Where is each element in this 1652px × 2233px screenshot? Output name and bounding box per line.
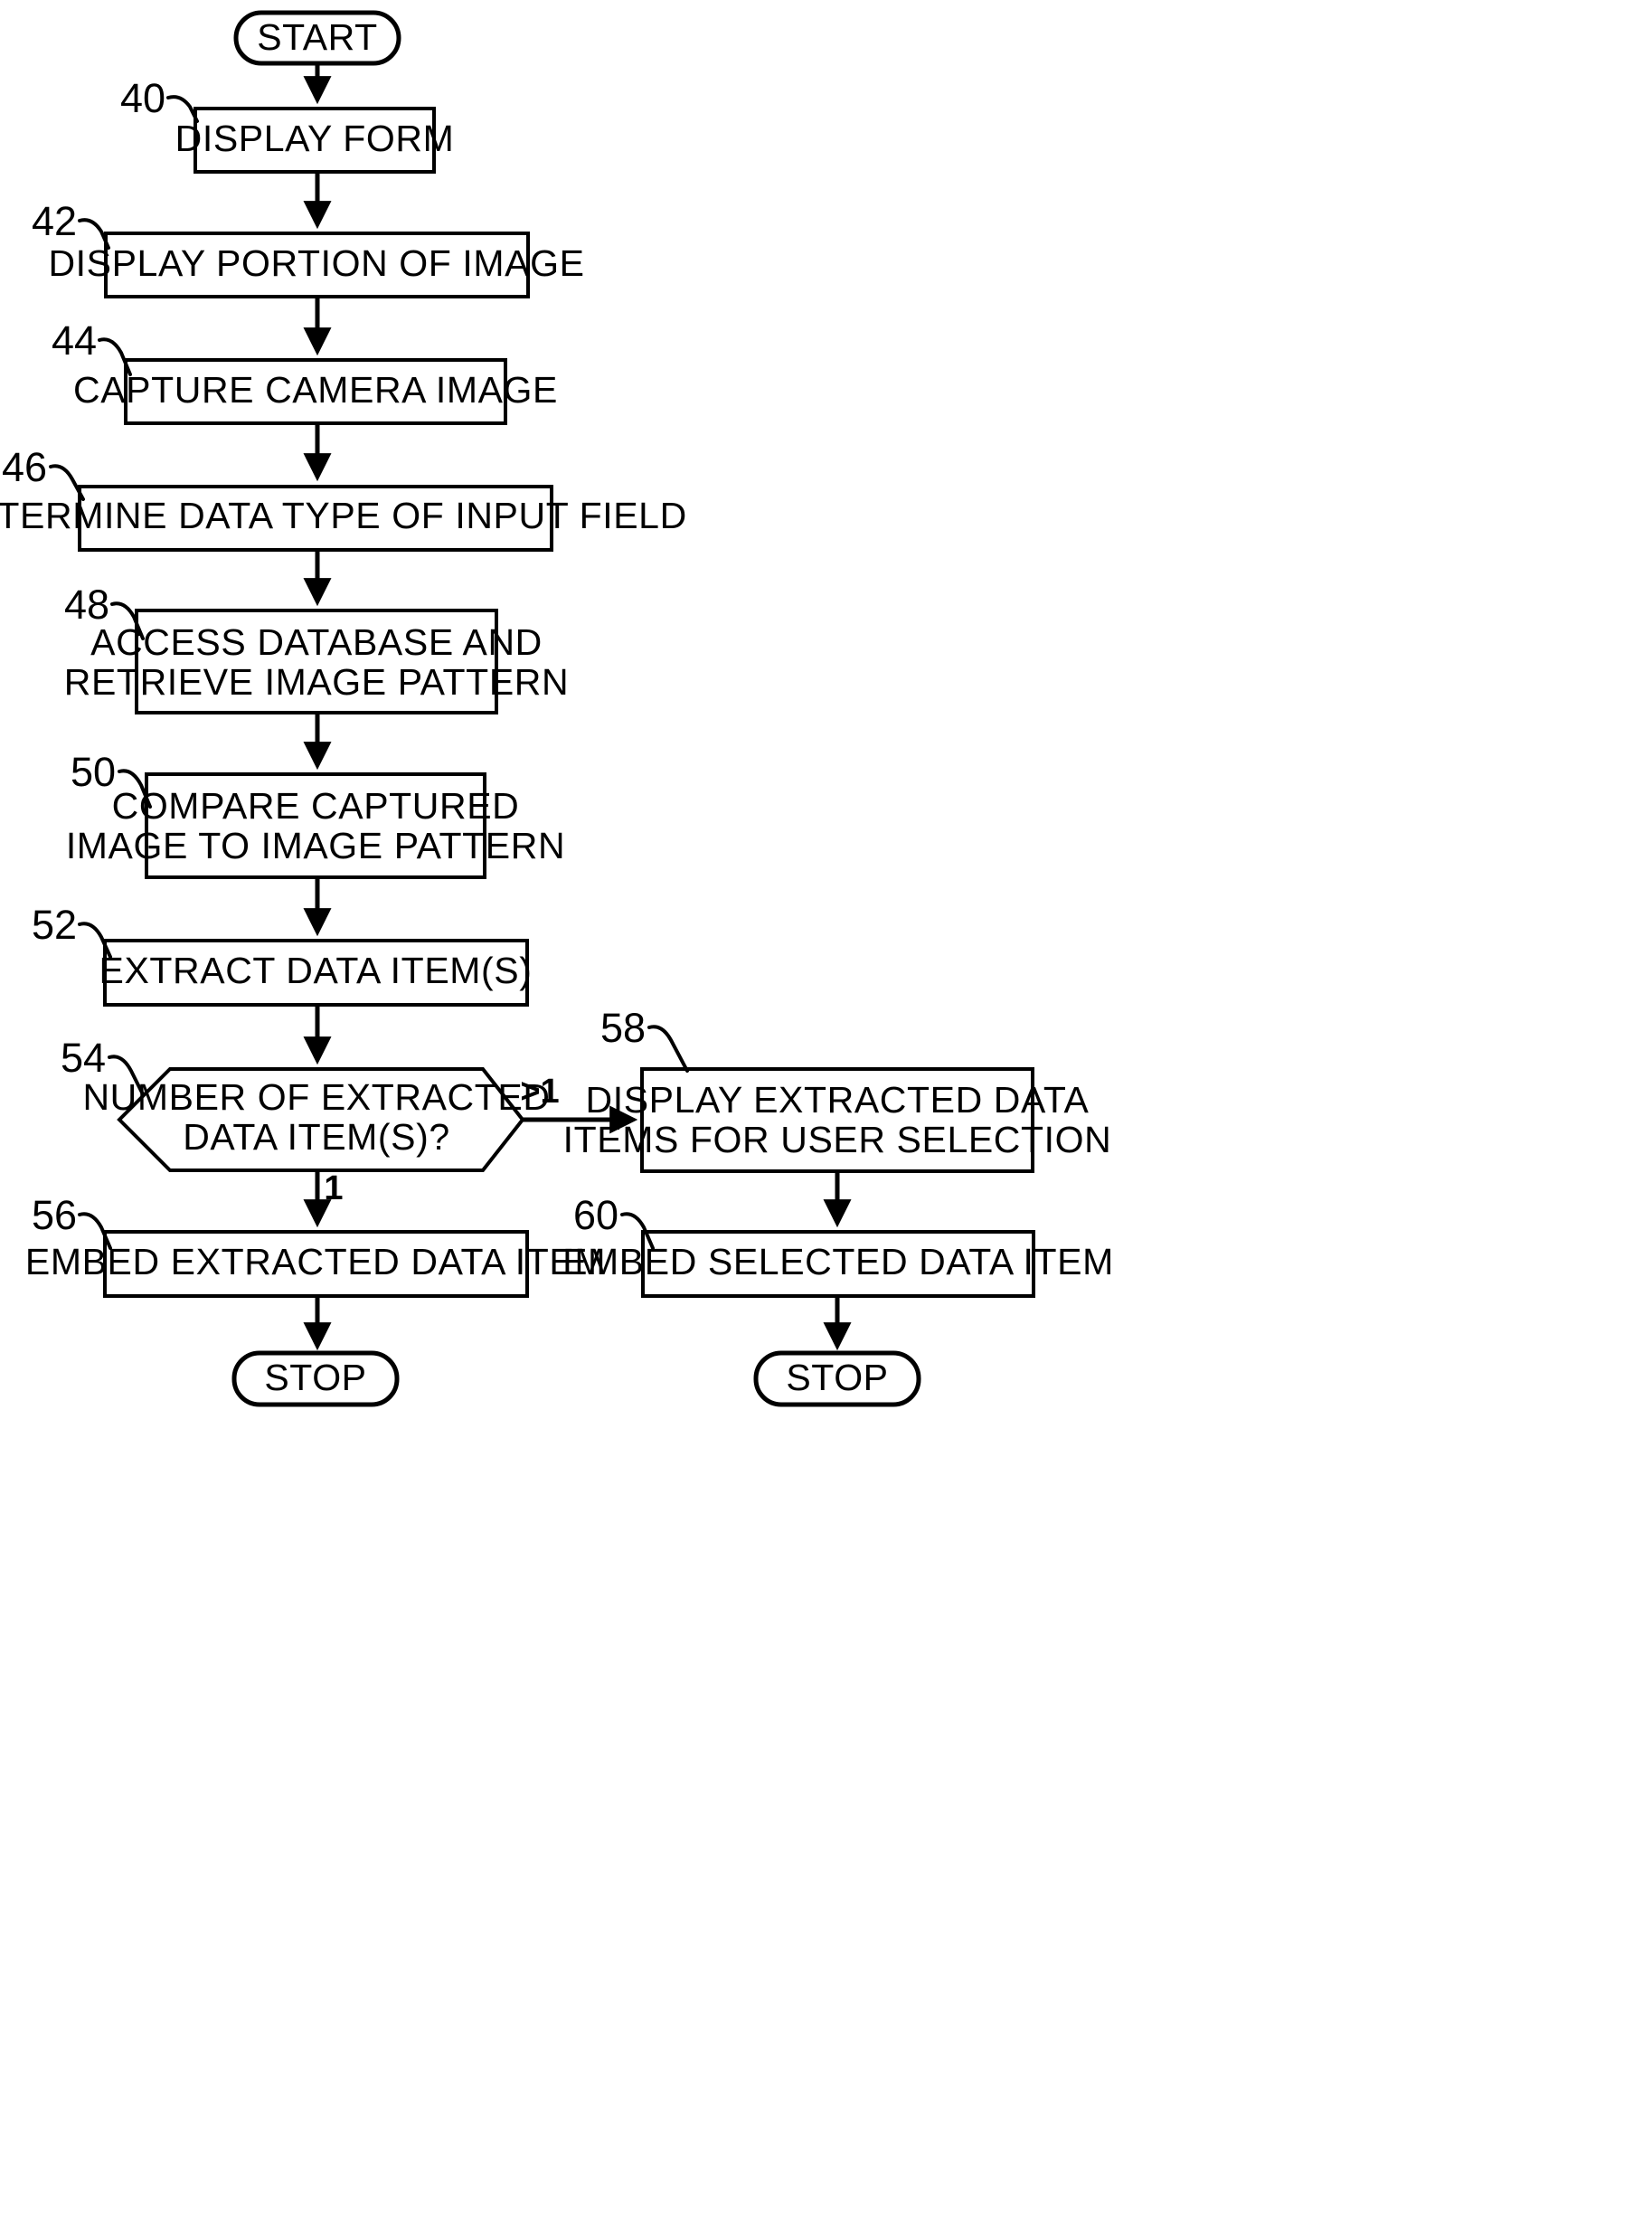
ref-60: 60 [573, 1192, 655, 1250]
stop-left-label: STOP [264, 1357, 366, 1398]
node-54-label-line1: NUMBER OF EXTRACTED [82, 1076, 550, 1118]
node-stop-right: STOP [753, 1350, 921, 1407]
node-40: DISPLAY FORM [175, 107, 455, 174]
flowchart-canvas: START DISPLAY FORM 40 DISPLAY PORTION OF… [0, 0, 1652, 2233]
node-48-label-line2: RETRIEVE IMAGE PATTERN [64, 661, 569, 703]
node-stop-left: STOP [231, 1350, 400, 1407]
ref-60-label: 60 [573, 1192, 618, 1238]
node-58-label-line1: DISPLAY EXTRACTED DATA [586, 1079, 1090, 1121]
ref-52-label: 52 [32, 902, 77, 948]
ref-44-label: 44 [52, 317, 97, 364]
node-44: CAPTURE CAMERA IMAGE [73, 358, 558, 425]
ref-40: 40 [120, 75, 199, 123]
node-50-label-line2: IMAGE TO IMAGE PATTERN [66, 825, 565, 866]
ref-42-label: 42 [32, 198, 77, 244]
ref-56: 56 [32, 1192, 112, 1250]
node-52: EXTRACT DATA ITEM(S) [99, 939, 533, 1007]
edge-label-exactly-one: 1 [324, 1169, 343, 1207]
node-48: ACCESS DATABASE AND RETRIEVE IMAGE PATTE… [64, 609, 569, 714]
ref-40-label: 40 [120, 75, 165, 121]
ref-50-label: 50 [71, 749, 116, 795]
node-42-label: DISPLAY PORTION OF IMAGE [48, 242, 584, 284]
node-60-label: EMBED SELECTED DATA ITEM [562, 1241, 1114, 1282]
node-50-label-line1: COMPARE CAPTURED [112, 785, 520, 827]
stop-right-label: STOP [786, 1357, 888, 1398]
node-40-label: DISPLAY FORM [175, 118, 455, 159]
node-44-label: CAPTURE CAMERA IMAGE [73, 369, 558, 411]
node-52-label: EXTRACT DATA ITEM(S) [99, 950, 533, 991]
node-48-label-line1: ACCESS DATABASE AND [90, 621, 543, 663]
ref-48-label: 48 [64, 582, 109, 628]
node-56: EMBED EXTRACTED DATA ITEM [25, 1230, 606, 1298]
ref-58-leader-line [647, 1025, 689, 1073]
node-42: DISPLAY PORTION OF IMAGE [48, 232, 584, 298]
ref-54-label: 54 [61, 1035, 106, 1081]
node-54-label-line2: DATA ITEM(S)? [183, 1116, 450, 1158]
ref-58-label: 58 [600, 1005, 646, 1051]
node-46-label: DETERMINE DATA TYPE OF INPUT FIELD [0, 495, 687, 536]
ref-56-label: 56 [32, 1192, 77, 1238]
ref-46: 46 [2, 444, 85, 501]
node-56-label: EMBED EXTRACTED DATA ITEM [25, 1241, 606, 1282]
node-start: START [233, 10, 401, 66]
ref-46-label: 46 [2, 444, 47, 490]
ref-44: 44 [52, 317, 132, 376]
start-label: START [257, 16, 378, 58]
ref-42: 42 [32, 198, 110, 250]
ref-52: 52 [32, 902, 112, 959]
node-60: EMBED SELECTED DATA ITEM [562, 1230, 1114, 1298]
node-46: DETERMINE DATA TYPE OF INPUT FIELD [0, 485, 687, 552]
ref-58: 58 [600, 1005, 689, 1073]
edge-label-greater-than-one: >1 [520, 1073, 559, 1111]
node-58: DISPLAY EXTRACTED DATA ITEMS FOR USER SE… [563, 1067, 1112, 1173]
node-54: NUMBER OF EXTRACTED DATA ITEM(S)? [82, 1067, 550, 1172]
node-58-label-line2: ITEMS FOR USER SELECTION [563, 1119, 1112, 1160]
flowchart-svg: START DISPLAY FORM 40 DISPLAY PORTION OF… [0, 0, 1652, 2233]
node-50: COMPARE CAPTURED IMAGE TO IMAGE PATTERN [66, 772, 565, 879]
